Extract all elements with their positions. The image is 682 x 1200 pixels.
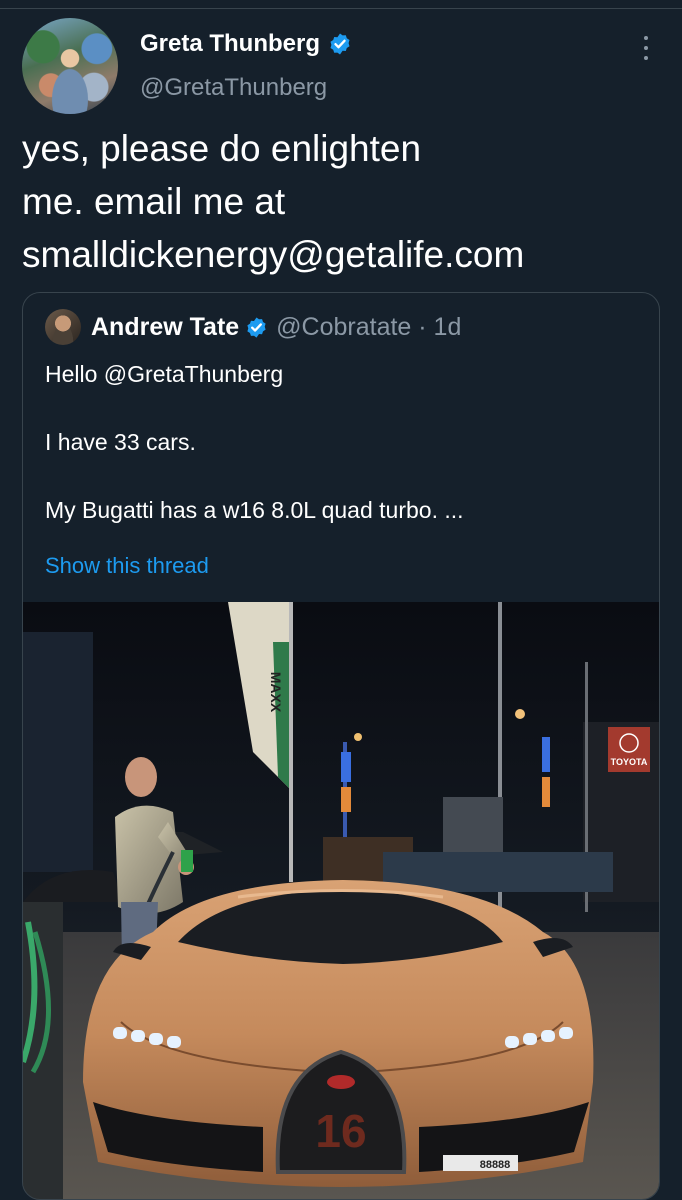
quoted-text-line: I have 33 cars. [45,429,196,455]
author-name[interactable]: Greta Thunberg [140,30,320,58]
quoted-text-line: My Bugatti has a w16 8.0L quad turbo. ..… [45,497,464,523]
author-name-row[interactable]: Greta Thunberg [140,30,352,58]
quoted-author-handle[interactable]: @Cobratate · 1d [276,313,461,342]
tweet-text-line: me. email me at [22,181,286,222]
tweet-text-line: yes, please do enlighten [22,128,422,169]
author-handle[interactable]: @GretaThunberg [140,74,327,102]
quoted-author-name[interactable]: Andrew Tate [91,313,239,342]
show-thread-link[interactable]: Show this thread [45,553,209,579]
author-avatar[interactable] [22,18,118,114]
toyota-sign-text: TOYOTA [611,757,648,767]
verified-badge-icon [247,316,266,338]
quoted-tweet-text: Hello @GretaThunberg I have 33 cars. My … [45,357,464,527]
quoted-tweet-header: Andrew Tate @Cobratate · 1d [45,309,461,345]
license-plate-text: 88888 [480,1159,511,1171]
top-divider [0,8,682,9]
tweet-text: yes, please do enlighten me. email me at… [22,122,662,281]
banner-text: MAXX [268,672,284,713]
tweet-text-line: smalldickenergy@getalife.com [22,234,525,275]
verified-badge-icon [330,33,350,55]
more-options-icon[interactable] [636,32,656,64]
quoted-tweet-card[interactable]: Andrew Tate @Cobratate · 1d Hello @Greta… [22,292,660,1200]
quoted-text-line: Hello @GretaThunberg [45,361,284,387]
quoted-tweet-photo[interactable]: TOYOTA MAXX 16 88888 [23,602,660,1200]
quoted-author-avatar[interactable] [45,309,81,345]
grille-badge-text: 16 [315,1105,366,1157]
